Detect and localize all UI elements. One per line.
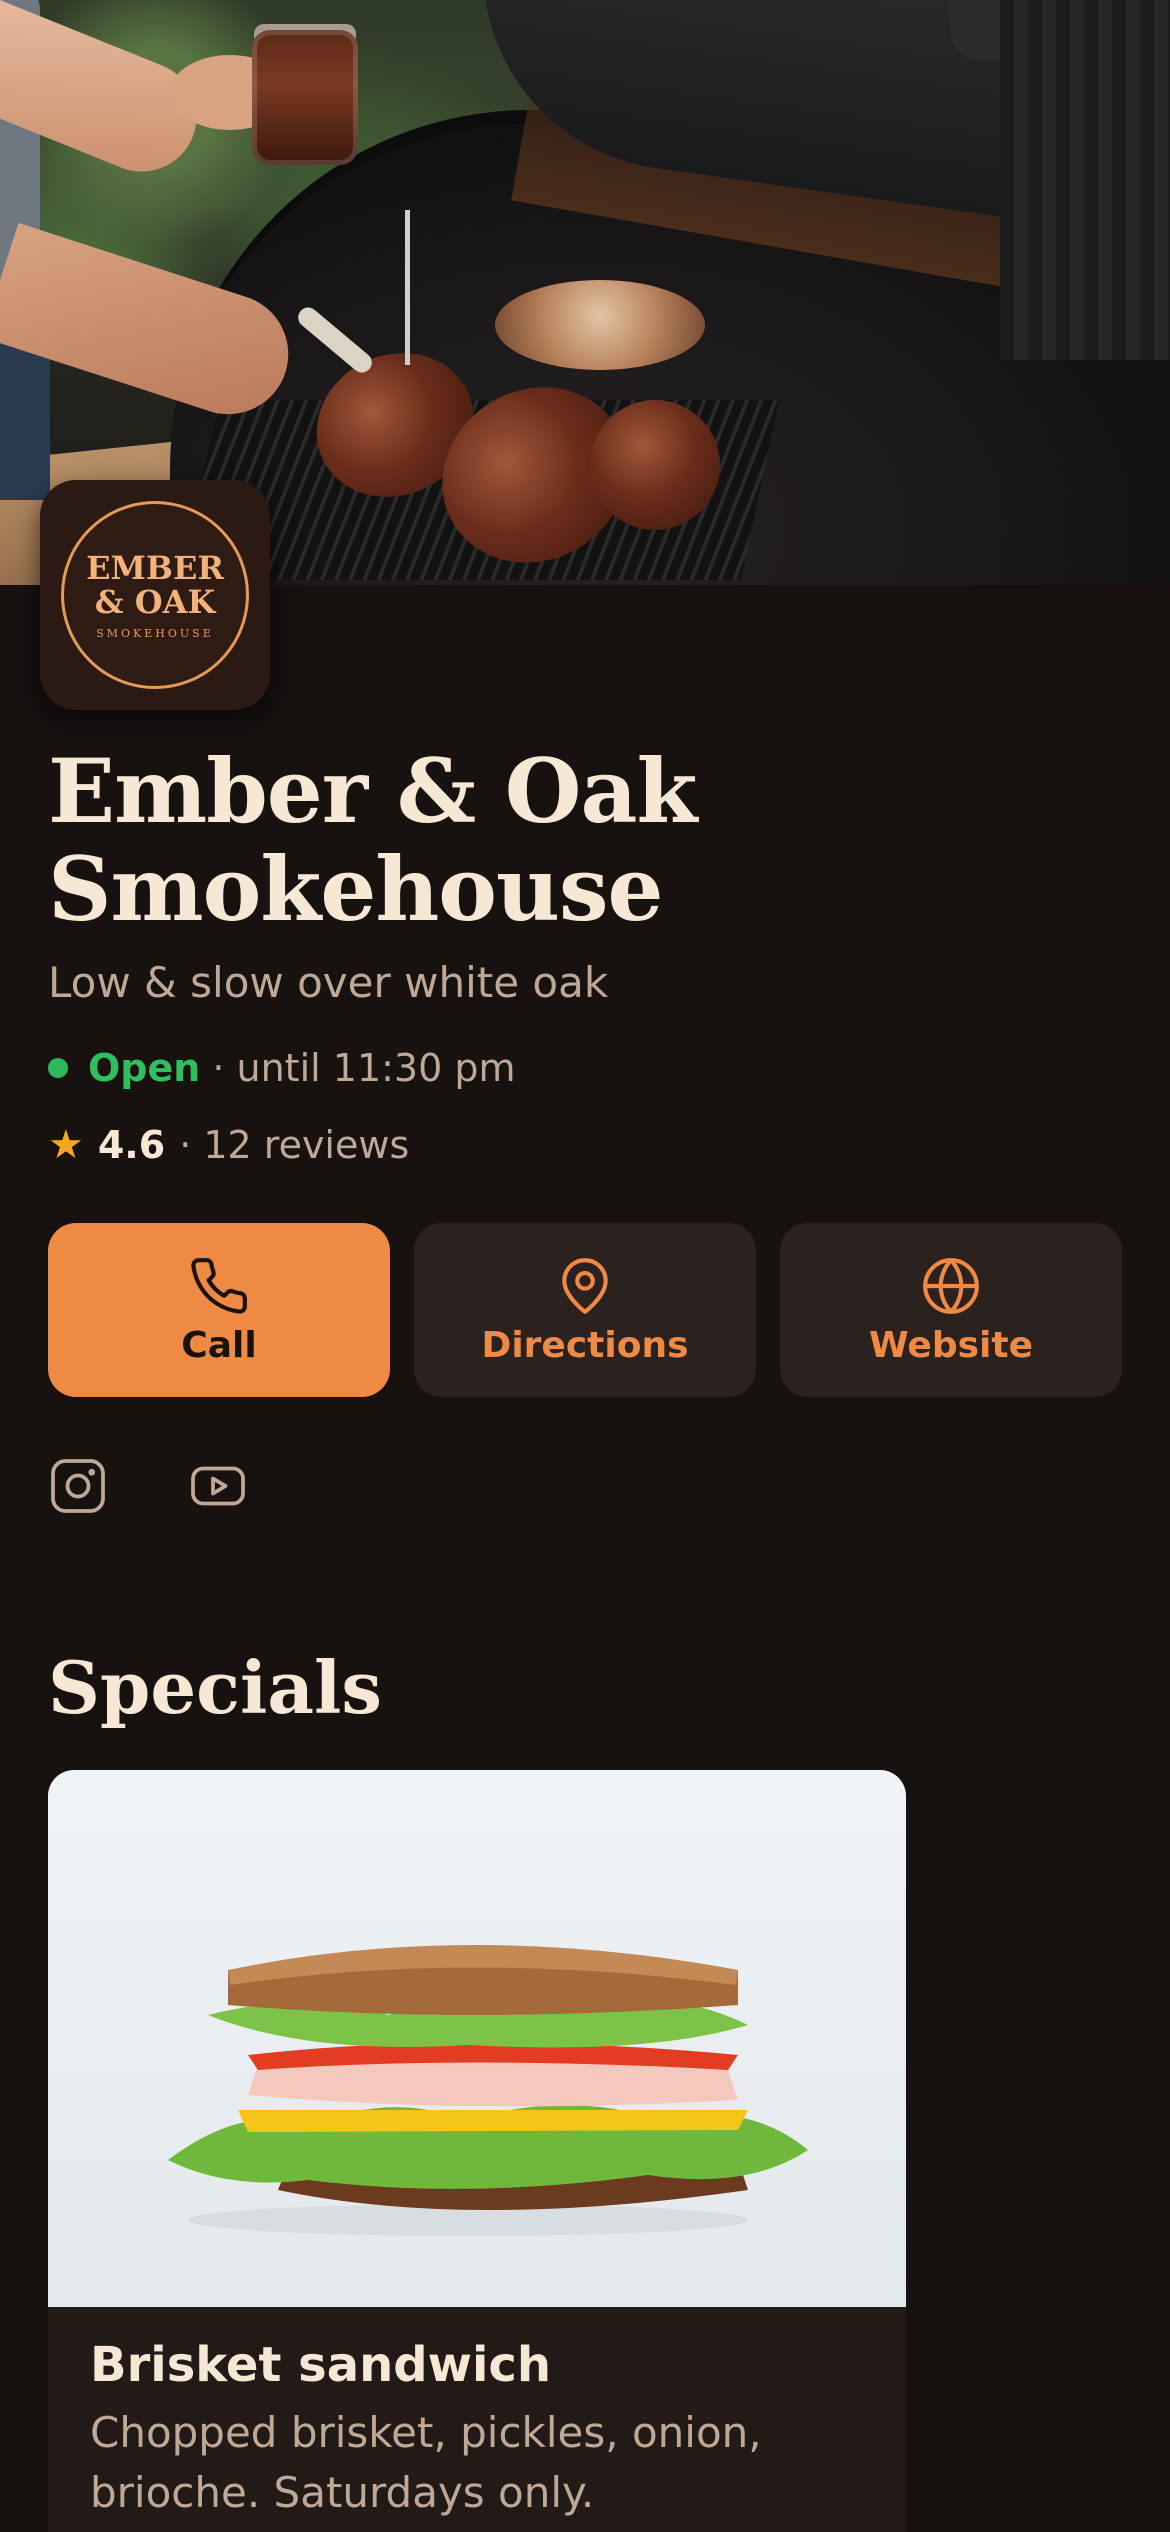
instagram-icon[interactable] <box>48 1456 108 1516</box>
special-image <box>48 1770 906 2307</box>
map-pin-icon <box>562 1257 608 1314</box>
call-button[interactable]: Call <box>48 1223 390 1397</box>
status-dot-icon <box>48 1058 68 1078</box>
directions-button[interactable]: Directions <box>414 1223 756 1397</box>
special-card[interactable]: Brisket sandwich Chopped brisket, pickle… <box>48 1770 906 2532</box>
special-title: Brisket sandwich <box>90 2337 552 2393</box>
logo-text-line2: & OAK <box>94 582 216 621</box>
call-label: Call <box>181 1324 257 1366</box>
globe-icon <box>923 1257 979 1314</box>
review-count: · 12 reviews <box>179 1123 410 1167</box>
social-links <box>48 1456 248 1516</box>
logo-badge: EMBER & OAK SMOKEHOUSE <box>61 501 249 689</box>
status-detail: · until 11:30 pm <box>212 1046 516 1090</box>
phone-icon <box>191 1257 247 1314</box>
star-icon: ★ <box>48 1122 84 1168</box>
open-status: Open · until 11:30 pm <box>48 1046 516 1090</box>
rating-summary[interactable]: ★ 4.6 · 12 reviews <box>48 1122 409 1168</box>
sandwich-illustration <box>168 1945 808 2236</box>
website-label: Website <box>868 1324 1033 1366</box>
youtube-icon[interactable] <box>188 1456 248 1516</box>
website-button[interactable]: Website <box>780 1223 1122 1397</box>
logo-text-line1: EMBER <box>86 548 224 587</box>
business-tagline: Low & slow over white oak <box>48 958 609 1007</box>
status-state: Open <box>88 1046 201 1090</box>
directions-label: Directions <box>481 1324 689 1366</box>
rating-score: 4.6 <box>97 1123 166 1167</box>
special-description: Chopped brisket, pickles, onion, brioche… <box>90 2408 762 2517</box>
specials-heading: Specials <box>48 1645 382 1730</box>
action-buttons: Call Directions Website <box>48 1223 1122 1397</box>
business-logo: EMBER & OAK SMOKEHOUSE <box>40 480 270 710</box>
business-name: Ember & Oak Smokehouse <box>48 739 697 941</box>
logo-text-line3: SMOKEHOUSE <box>96 626 214 640</box>
